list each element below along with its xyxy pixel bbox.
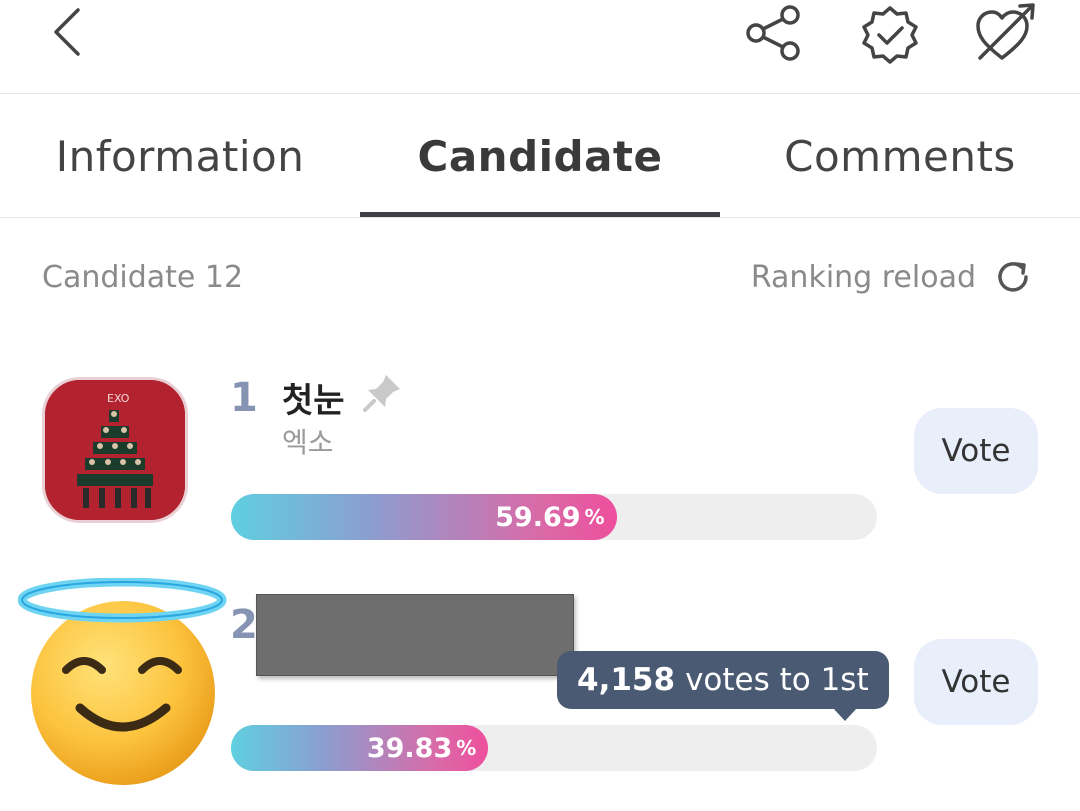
redacted-block [256,594,574,676]
vote-progress-bar: 59.69% [231,494,877,540]
list-header: Candidate 12 Ranking reload [0,250,1080,310]
share-icon[interactable] [742,2,804,64]
percent-sign: % [456,736,477,760]
heart-arrow-icon[interactable] [972,0,1040,66]
candidate-row: EXO 1 첫눈 엑소 59.69 % Vote [0,365,1080,555]
tab-information[interactable]: Information [0,94,360,218]
vote-percent: 59.69 [495,501,581,533]
tab-candidate[interactable]: Candidate [360,94,720,218]
pin-icon [360,371,404,415]
rank-number: 1 [230,375,258,421]
vote-progress-fill: 39.83% [231,725,489,771]
vote-button[interactable]: Vote [914,639,1038,725]
vote-progress-bar: 39.83% [231,725,877,771]
rank-number: 2 [230,602,258,648]
ranking-reload-button[interactable]: Ranking reload [751,256,1034,298]
vote-button[interactable]: Vote [914,408,1038,494]
vote-gap-text: votes to 1st [685,662,869,698]
tab-comments[interactable]: Comments [720,94,1080,218]
vote-percent: 39.83 [366,732,453,764]
back-chevron-icon[interactable] [38,2,98,62]
verified-badge-icon[interactable] [858,4,922,66]
halo-smiley-emoji-icon [17,577,228,788]
vote-gap-tooltip: 4,158 votes to 1st [557,651,889,721]
tooltip-arrow [833,708,857,721]
vote-progress-fill: 59.69% [231,494,617,540]
top-bar [0,0,1080,94]
tab-bar: Information Candidate Comments [0,94,1080,218]
percent-sign: % [584,505,605,529]
ranking-reload-label: Ranking reload [750,259,976,295]
artist-name: 엑소 [282,426,334,459]
reload-icon[interactable] [992,256,1034,298]
album-thumbnail[interactable]: EXO [42,377,188,523]
candidate-row: 2 39.83% 4,158 votes to 1st Vote [0,577,1080,811]
candidate-count: Candidate 12 [42,260,244,295]
vote-gap-count: 4,158 [577,662,676,698]
svg-text:EXO: EXO [107,392,130,405]
active-tab-indicator [360,212,720,217]
song-title: 첫눈 [282,381,345,421]
